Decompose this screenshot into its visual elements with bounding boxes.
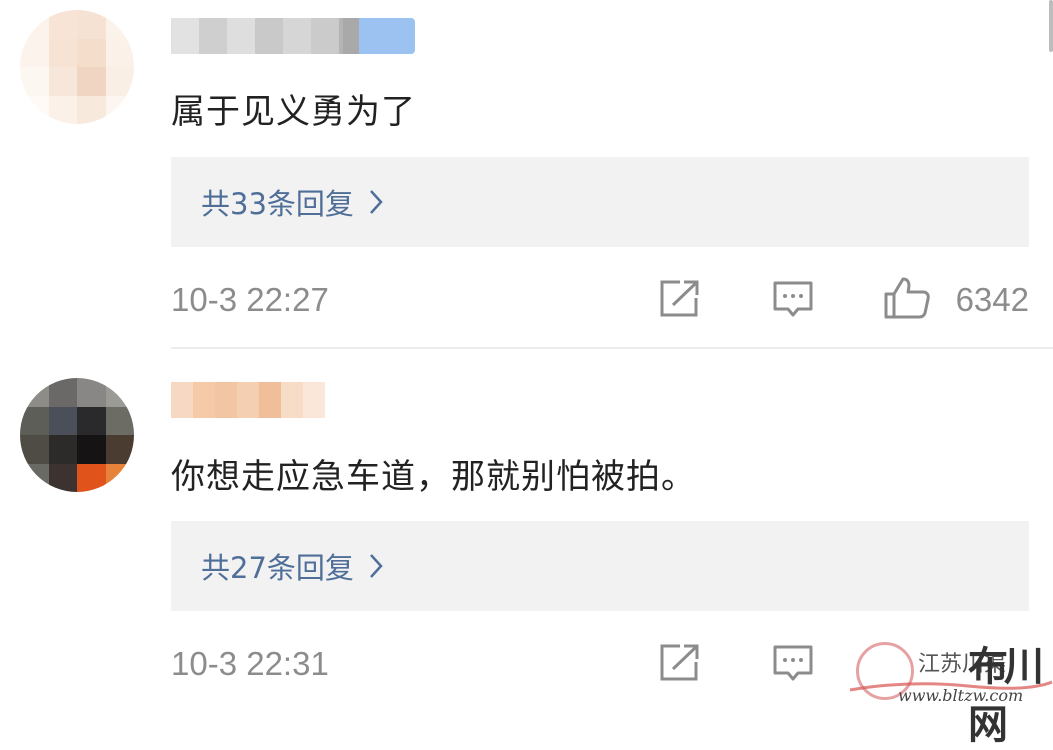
comment-icon[interactable] <box>772 280 814 320</box>
view-replies-button[interactable]: 共27条回复 <box>171 521 1029 611</box>
site-watermark: 江苏川渠 布川网 www.bltzw.com <box>848 636 1053 748</box>
share-icon[interactable] <box>658 280 700 318</box>
avatar[interactable] <box>20 10 134 124</box>
like-count: 6342 <box>955 281 1029 318</box>
comment-text: 你想走应急车道，那就别怕被拍。 <box>171 457 696 497</box>
view-replies-button[interactable]: 共33条回复 <box>171 157 1029 247</box>
comment-timestamp: 10-3 22:27 <box>171 281 329 318</box>
replies-count-label: 共33条回复 <box>201 187 354 221</box>
avatar[interactable] <box>20 378 134 492</box>
comment-icon[interactable] <box>772 644 814 684</box>
thumbs-up-icon[interactable] <box>883 276 931 320</box>
chevron-right-icon <box>369 190 383 214</box>
share-icon[interactable] <box>658 644 700 682</box>
username-blurred[interactable] <box>171 382 325 418</box>
comment-timestamp: 10-3 22:31 <box>171 645 329 682</box>
comment-item: 属于见义勇为了 共33条回复 10-3 22:27 6342 <box>0 0 1053 349</box>
watermark-url: www.bltzw.com <box>898 686 1024 705</box>
comment-text: 属于见义勇为了 <box>171 92 416 132</box>
username-blurred[interactable] <box>171 18 415 54</box>
chevron-right-icon <box>369 554 383 578</box>
replies-count-label: 共27条回复 <box>201 551 354 585</box>
